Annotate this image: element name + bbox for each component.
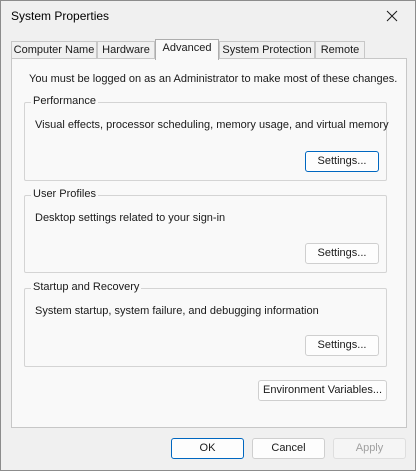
tab-system-protection[interactable]: System Protection [219, 41, 315, 59]
title-bar: System Properties [1, 1, 415, 33]
cancel-button[interactable]: Cancel [252, 438, 325, 459]
environment-variables-button[interactable]: Environment Variables... [258, 380, 387, 401]
tab-computer-name[interactable]: Computer Name [11, 41, 97, 59]
tab-remote[interactable]: Remote [315, 41, 365, 59]
user-profiles-settings-button[interactable]: Settings... [305, 243, 379, 264]
startup-recovery-description: System startup, system failure, and debu… [35, 305, 319, 317]
ok-button[interactable]: OK [171, 438, 244, 459]
user-profiles-group: User Profiles Desktop settings related t… [24, 188, 387, 273]
admin-note: You must be logged on as an Administrato… [29, 73, 398, 85]
advanced-tab-panel: You must be logged on as an Administrato… [11, 58, 407, 428]
close-icon [386, 10, 398, 22]
user-profiles-description: Desktop settings related to your sign-in [35, 212, 226, 224]
performance-group: Performance Visual effects, processor sc… [24, 95, 389, 181]
apply-button[interactable]: Apply [333, 438, 406, 459]
performance-group-label: Performance [31, 95, 98, 107]
close-button[interactable] [369, 1, 415, 31]
window-title: System Properties [11, 9, 110, 23]
tab-hardware[interactable]: Hardware [97, 41, 155, 59]
performance-description: Visual effects, processor scheduling, me… [35, 119, 389, 131]
system-properties-window: System Properties Computer Name Hardware… [0, 0, 416, 471]
startup-recovery-group: Startup and Recovery System startup, sys… [24, 281, 387, 367]
startup-recovery-settings-button[interactable]: Settings... [305, 335, 379, 356]
user-profiles-group-label: User Profiles [31, 188, 98, 200]
performance-settings-button[interactable]: Settings... [305, 151, 379, 172]
startup-recovery-group-label: Startup and Recovery [31, 281, 142, 293]
tab-advanced[interactable]: Advanced [155, 39, 219, 60]
